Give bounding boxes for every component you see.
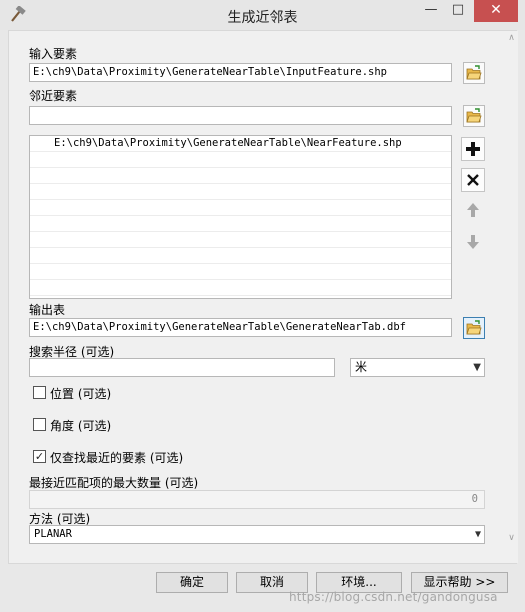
dialog-window: 生成近邻表 — □ ✕ 输入要素 E:\ch9\Data\Proximity\G… (0, 0, 525, 612)
output-table-label: 输出表 (29, 303, 66, 317)
near-features-list[interactable]: E:\ch9\Data\Proximity\GenerateNearTable\… (29, 135, 452, 299)
open-folder-icon (466, 65, 482, 80)
location-checkbox[interactable] (33, 386, 46, 399)
list-item[interactable]: E:\ch9\Data\Proximity\GenerateNearTable\… (30, 136, 451, 152)
move-up-button[interactable] (461, 199, 485, 223)
method-value: PLANAR (34, 528, 72, 540)
checkmark-icon: ✓ (34, 450, 45, 463)
arrow-up-icon (467, 203, 479, 217)
list-item-empty (30, 152, 451, 168)
location-label: 位置 (可选) (50, 387, 112, 401)
list-item-empty (30, 248, 451, 264)
closest-checkbox[interactable]: ✓ (33, 450, 46, 463)
output-table-field[interactable]: E:\ch9\Data\Proximity\GenerateNearTable\… (29, 318, 452, 337)
watermark-text: https://blog.csdn.net/gandongusa (289, 590, 498, 604)
list-item-empty (30, 168, 451, 184)
scroll-up-icon[interactable]: ∧ (507, 34, 516, 43)
open-folder-icon (466, 320, 482, 335)
vertical-scrollbar[interactable]: ∧ ∨ (505, 31, 518, 563)
near-features-field[interactable] (29, 106, 452, 125)
output-table-browse-button[interactable] (463, 317, 485, 339)
minimize-button[interactable]: — (418, 0, 444, 22)
angle-checkbox[interactable] (33, 418, 46, 431)
plus-icon (466, 142, 480, 156)
list-item-empty (30, 264, 451, 280)
radius-unit-value: 米 (355, 360, 368, 374)
arrow-down-icon (467, 235, 479, 249)
input-features-label: 输入要素 (29, 47, 78, 61)
close-button[interactable]: ✕ (474, 0, 518, 22)
form-panel: 输入要素 E:\ch9\Data\Proximity\GenerateNearT… (8, 30, 518, 564)
list-item-empty (30, 200, 451, 216)
open-folder-icon (466, 108, 482, 123)
scroll-down-icon[interactable]: ∨ (507, 534, 516, 543)
max-matches-label: 最接近匹配项的最大数量 (可选) (29, 476, 199, 490)
move-down-button[interactable] (461, 231, 485, 255)
list-item-empty (30, 232, 451, 248)
add-item-button[interactable] (461, 137, 485, 161)
closest-label: 仅查找最近的要素 (可选) (50, 451, 184, 465)
method-select[interactable]: PLANAR ▼ (29, 525, 485, 544)
near-features-browse-button[interactable] (463, 105, 485, 127)
remove-x-icon (467, 174, 479, 186)
chevron-down-icon: ▼ (473, 362, 481, 373)
title-bar[interactable]: 生成近邻表 — □ ✕ (0, 0, 525, 30)
angle-label: 角度 (可选) (50, 419, 112, 433)
near-features-label: 邻近要素 (29, 89, 78, 103)
list-item-empty (30, 184, 451, 200)
max-matches-field: 0 (29, 490, 485, 509)
search-radius-field[interactable] (29, 358, 335, 377)
radius-unit-select[interactable]: 米 ▼ (350, 358, 485, 377)
maximize-button[interactable]: □ (445, 0, 471, 22)
list-item-empty (30, 216, 451, 232)
chevron-down-icon: ▼ (474, 529, 481, 540)
ok-button[interactable]: 确定 (156, 572, 228, 593)
input-features-browse-button[interactable] (463, 62, 485, 84)
remove-item-button[interactable] (461, 168, 485, 192)
input-features-field[interactable]: E:\ch9\Data\Proximity\GenerateNearTable\… (29, 63, 452, 82)
list-item-empty (30, 280, 451, 296)
